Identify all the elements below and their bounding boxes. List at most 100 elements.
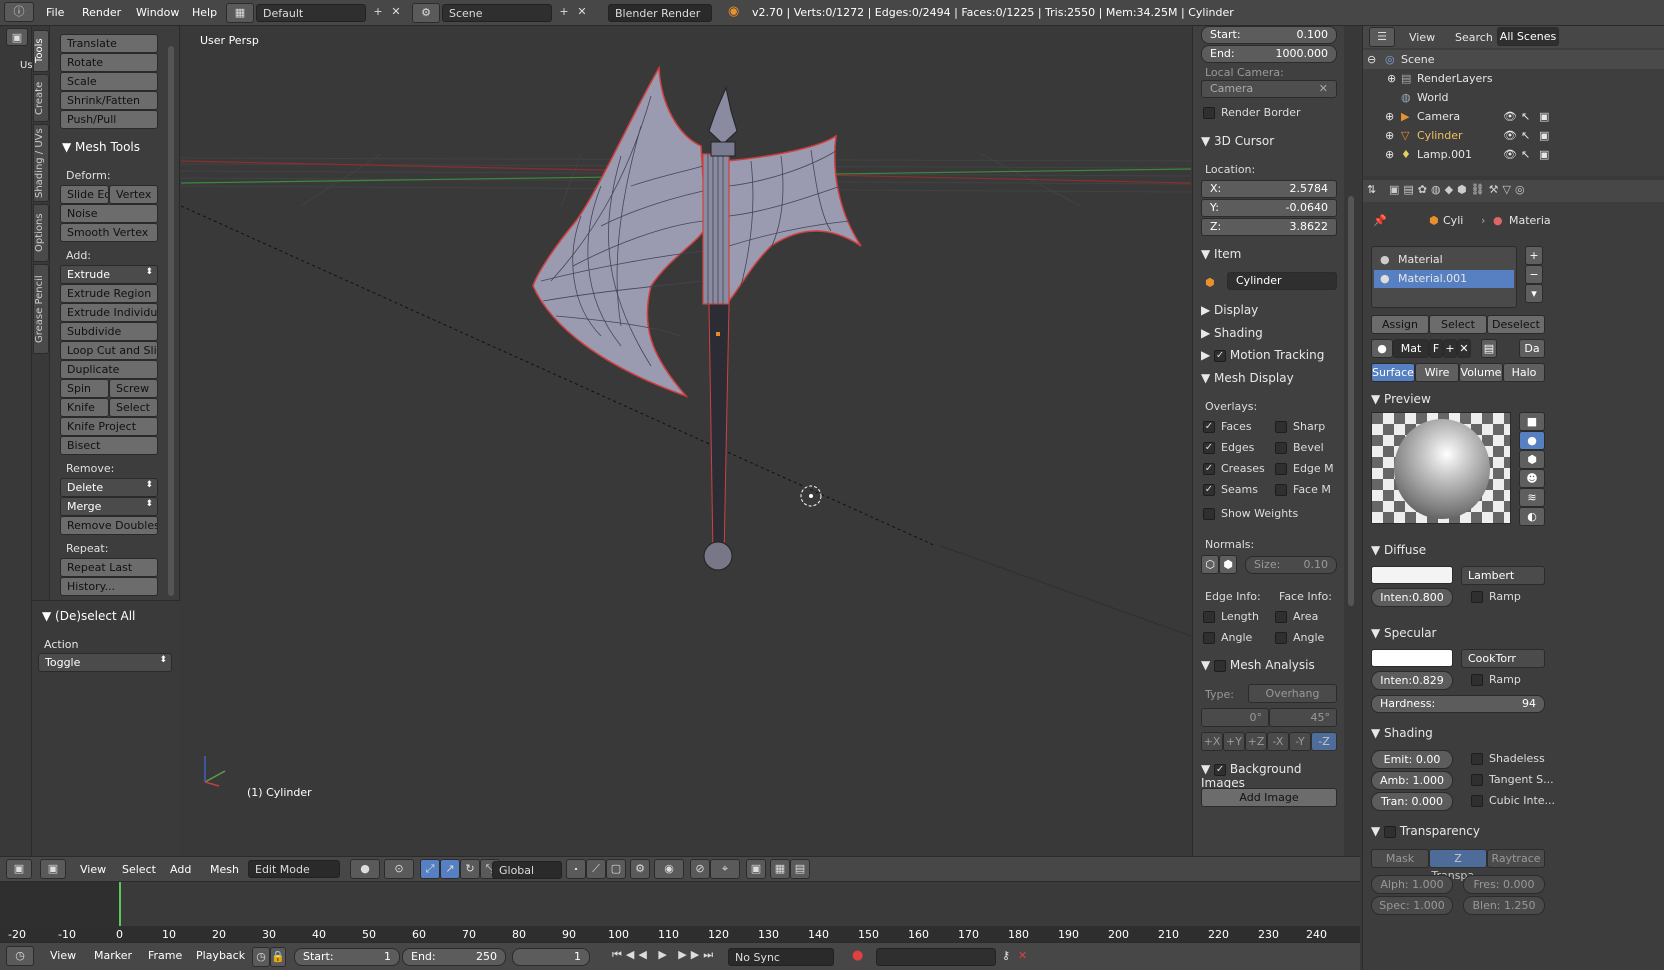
proportional-edit-icon[interactable]: ◉	[654, 859, 684, 879]
transparency-header[interactable]: ▼ Transparency	[1371, 824, 1480, 838]
tab-grease-pencil[interactable]: Grease Pencil	[33, 264, 49, 354]
seams-checkbox[interactable]: ✓	[1203, 484, 1215, 496]
outliner-row-lamp[interactable]: ⊕ ♦ Lamp.001 👁 ↖ ▣	[1363, 145, 1664, 164]
translucency-field[interactable]: Tran: 0.000	[1371, 792, 1453, 811]
clip-start-field[interactable]: Start: 0.100	[1201, 26, 1337, 44]
emit-field[interactable]: Emit: 0.00	[1371, 750, 1453, 769]
extrude-menu[interactable]: Extrude ⬍	[60, 265, 158, 284]
preview-hair-icon[interactable]: ≋	[1519, 488, 1545, 507]
properties-editor-icon[interactable]: ⇅	[1367, 183, 1376, 196]
render-anim-icon[interactable]: ▦	[770, 859, 790, 879]
knife-project-button[interactable]: Knife Project	[60, 417, 158, 436]
pivot-point-icon[interactable]: ⊙	[384, 859, 414, 879]
axis-nz-button[interactable]: -Z	[1311, 732, 1337, 751]
outliner-view-menu[interactable]: View	[1409, 31, 1435, 44]
transp-raytrace-tab[interactable]: Raytrace	[1487, 849, 1545, 868]
playback-controls[interactable]: ⏮◀◀ ▶ ▶▶⏭	[612, 948, 717, 962]
specular-intensity-slider[interactable]: Inten:0.829	[1371, 671, 1453, 690]
ambient-field[interactable]: Amb: 1.000	[1371, 771, 1453, 790]
history-button[interactable]: History...	[60, 577, 158, 596]
face-normals-icon[interactable]: ⬢	[1219, 555, 1237, 574]
cursor-z-field[interactable]: Z: 3.8622	[1201, 218, 1337, 236]
outliner-row-camera[interactable]: ⊕ ▶ Camera 👁 ↖ ▣	[1363, 107, 1664, 126]
menu-help[interactable]: Help	[192, 6, 217, 19]
preview-monkey-icon[interactable]: ☻	[1519, 469, 1545, 488]
render-movie-icon[interactable]: ▤	[790, 859, 810, 879]
display-header[interactable]: ▶ Display	[1201, 303, 1258, 317]
extrude-region-button[interactable]: Extrude Region	[60, 284, 158, 303]
scene-icon[interactable]: ⚙	[412, 3, 440, 23]
select-arrow-icon[interactable]: ↖	[1521, 129, 1530, 142]
specular-alpha-field[interactable]: Spec: 1.000	[1371, 896, 1453, 915]
node-icon[interactable]: ▤	[1481, 339, 1497, 358]
timeline-menu-view[interactable]: View	[50, 949, 76, 962]
menu-window[interactable]: Window	[136, 6, 179, 19]
translate-manipulator-icon[interactable]: ↗	[440, 859, 460, 879]
local-camera-field[interactable]: Camera ✕	[1201, 80, 1337, 98]
mesh-tools-header[interactable]: ▼ Mesh Tools	[62, 140, 140, 154]
editor-type-icon[interactable]: ▣	[6, 28, 28, 46]
limit-selection-icon[interactable]: ⚙	[630, 859, 650, 879]
transp-ztransparency-tab[interactable]: Z Transpa...	[1429, 849, 1487, 882]
expand-icon[interactable]: ⊕	[1385, 148, 1394, 161]
add-scene-icon[interactable]: +	[556, 3, 572, 23]
close-screen-icon[interactable]: ✕	[388, 3, 404, 23]
tab-tools[interactable]: Tools	[33, 30, 49, 72]
blend-field[interactable]: Blen: 1.250	[1463, 896, 1545, 915]
shadeless-checkbox[interactable]	[1471, 753, 1483, 765]
mode-select[interactable]: Edit Mode	[248, 860, 340, 878]
toolshelf-scrollbar[interactable]	[168, 46, 174, 596]
select-arrow-icon[interactable]: ↖	[1521, 148, 1530, 161]
outliner-search-menu[interactable]: Search	[1455, 31, 1493, 44]
visibility-eye-icon[interactable]: 👁	[1503, 148, 1517, 161]
mesh-analysis-checkbox[interactable]	[1214, 659, 1227, 672]
scale-button[interactable]: Scale	[60, 72, 158, 91]
creases-checkbox[interactable]: ✓	[1203, 463, 1215, 475]
shrink-fatten-button[interactable]: Shrink/Fatten	[60, 91, 158, 110]
motion-tracking-header[interactable]: ▶ ✓ Motion Tracking	[1201, 348, 1324, 362]
duplicate-button[interactable]: Duplicate	[60, 360, 158, 379]
smooth-vertex-button[interactable]: Smooth Vertex	[60, 223, 158, 242]
push-pull-button[interactable]: Push/Pull	[60, 110, 158, 129]
specular-color-swatch[interactable]	[1371, 649, 1453, 667]
deselect-button[interactable]: Deselect	[1487, 315, 1545, 334]
snap-toggle-icon[interactable]: ⊘	[690, 859, 710, 879]
fresnel-field[interactable]: Fres: 0.000	[1463, 875, 1545, 894]
record-icon[interactable]: ●	[852, 948, 863, 963]
faces-checkbox[interactable]: ✓	[1203, 421, 1215, 433]
snap-element-icon[interactable]: ⌖	[710, 859, 740, 879]
translate-button[interactable]: Translate	[60, 34, 158, 53]
screen-layout-icon[interactable]: ▦	[226, 3, 254, 23]
tab-halo[interactable]: Halo	[1503, 363, 1545, 382]
length-checkbox[interactable]	[1203, 611, 1215, 623]
menu-mesh[interactable]: Mesh	[210, 863, 239, 876]
material-browse-icon[interactable]: ●	[1371, 339, 1393, 358]
background-images-checkbox[interactable]: ✓	[1214, 763, 1227, 776]
spin-button[interactable]: Spin	[60, 379, 109, 398]
render-border-checkbox[interactable]	[1203, 107, 1215, 119]
unlink-material-icon[interactable]: ✕	[1457, 339, 1471, 358]
tab-volume[interactable]: Volume	[1459, 363, 1503, 382]
knife-button[interactable]: Knife	[60, 398, 109, 417]
menu-file[interactable]: File	[46, 6, 64, 19]
remove-doubles-button[interactable]: Remove Doubles	[60, 516, 158, 535]
face-select-icon[interactable]: ▢	[606, 859, 626, 879]
face-m-checkbox[interactable]	[1275, 484, 1287, 496]
merge-menu[interactable]: Merge ⬍	[60, 497, 158, 516]
shading-header[interactable]: ▼ Shading	[1371, 726, 1433, 740]
add-slot-button[interactable]: +	[1525, 246, 1543, 265]
subdivide-button[interactable]: Subdivide	[60, 322, 158, 341]
analysis-type-select[interactable]: Overhang	[1248, 684, 1337, 703]
render-camera-icon[interactable]: ▣	[1539, 129, 1549, 142]
timeline-menu-playback[interactable]: Playback	[196, 949, 245, 962]
add-screen-icon[interactable]: +	[370, 3, 386, 23]
screen-layout-field[interactable]: Default	[256, 4, 366, 22]
lock-icon[interactable]: 🔒	[270, 947, 286, 967]
analysis-max-field[interactable]: 45°	[1269, 708, 1337, 727]
analysis-min-field[interactable]: 0°	[1201, 708, 1269, 727]
manipulator-toggle-icon[interactable]: ⤢	[420, 859, 440, 879]
tab-surface[interactable]: Surface	[1371, 363, 1415, 382]
tab-wire[interactable]: Wire	[1415, 363, 1459, 382]
preview-cube-icon[interactable]: ⬢	[1519, 450, 1545, 469]
menu-render[interactable]: Render	[82, 6, 121, 19]
